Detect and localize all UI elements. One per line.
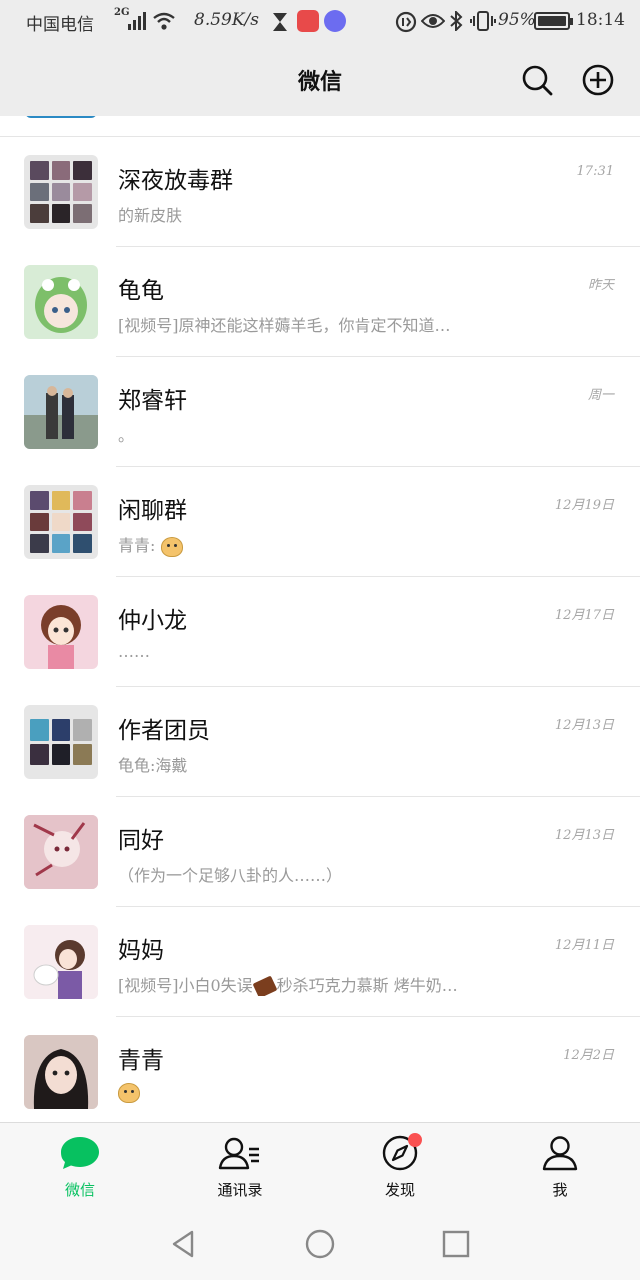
group-avatar — [24, 485, 98, 559]
music-app-icon — [324, 10, 346, 32]
chat-name: 仲小龙 — [118, 608, 187, 634]
chat-time: 12月11日 — [554, 938, 614, 953]
system-navigation-bar — [0, 1210, 640, 1280]
chat-item[interactable]: 妈妈 [视频号]小白0失误 秒杀巧克力慕斯 烤牛奶… 12月11日 — [0, 907, 640, 1017]
contacts-icon — [218, 1137, 259, 1170]
recents-square-icon[interactable] — [440, 1228, 472, 1260]
avatar — [24, 815, 98, 889]
chat-item[interactable]: 龟龟 [视频号]原神还能这样薅羊毛，你肯定不知道… 昨天 — [0, 247, 640, 357]
bottom-tab-bar: 微信 通讯录 发现 我 — [0, 1122, 640, 1210]
chat-name: 闲聊群 — [118, 498, 187, 524]
chat-item[interactable]: 仲小龙 …… 12月17日 — [0, 577, 640, 687]
chat-name: 青青 — [118, 1048, 164, 1074]
chat-name: 深夜放毒群 — [118, 168, 233, 194]
chat-item[interactable]: 郑睿轩 。 周一 — [0, 357, 640, 467]
chat-name: 妈妈 — [118, 938, 164, 964]
avatar — [24, 265, 98, 339]
chat-preview: …… — [118, 642, 150, 661]
avatar — [24, 375, 98, 449]
back-triangle-icon[interactable] — [168, 1228, 200, 1260]
chat-item[interactable]: 青青 12月2日 — [0, 1017, 640, 1122]
chat-list[interactable]: 深夜放毒群 的新皮肤 17:31 龟龟 [视频号]原神还能这样薅羊毛，你肯定不知… — [0, 116, 640, 1122]
chat-preview: （作为一个足够八卦的人……） — [118, 866, 343, 885]
tab-contacts[interactable]: 通讯录 — [160, 1123, 320, 1211]
chat-item-partial[interactable] — [0, 116, 640, 137]
carrier-label: 中国电信 — [26, 15, 94, 35]
tab-me[interactable]: 我 — [480, 1123, 640, 1211]
tab-label: 我 — [552, 1181, 568, 1199]
plus-circle-icon[interactable] — [581, 63, 615, 97]
chat-time: 周一 — [587, 388, 614, 403]
signal-icon — [128, 12, 148, 30]
tab-chats[interactable]: 微信 — [0, 1123, 160, 1211]
chat-preview: [视频号]原神还能这样薅羊毛，你肯定不知道… — [118, 316, 451, 335]
chat-name: 龟龟 — [118, 278, 164, 304]
chat-bubble-icon — [61, 1137, 99, 1169]
avatar — [24, 925, 98, 999]
bluetooth-icon — [450, 11, 463, 31]
chat-time: 12月2日 — [563, 1048, 614, 1063]
chat-item[interactable]: 深夜放毒群 的新皮肤 17:31 — [0, 137, 640, 247]
chat-time: 12月19日 — [554, 498, 614, 513]
chat-preview: 。 — [118, 426, 135, 445]
chat-preview: 龟龟:海戴 — [118, 756, 188, 775]
hourglass-icon — [273, 13, 287, 31]
chat-preview-sender: 青青: — [118, 536, 156, 555]
clock: 18:14 — [576, 10, 625, 30]
group-avatar — [24, 155, 98, 229]
avatar — [25, 116, 97, 118]
home-circle-icon[interactable] — [304, 1228, 336, 1260]
chat-preview-text: [视频号]小白0失误 — [118, 976, 253, 995]
battery-icon — [534, 12, 573, 30]
network-speed: 8.59K/s — [194, 10, 260, 30]
avatar — [24, 595, 98, 669]
tab-label: 通讯录 — [217, 1181, 263, 1199]
avatar — [24, 1035, 98, 1109]
tab-label: 发现 — [384, 1181, 415, 1199]
chat-preview-text: 秒杀巧克力慕斯 烤牛奶… — [276, 976, 458, 995]
person-icon — [542, 1136, 578, 1171]
chat-item[interactable]: 同好 （作为一个足够八卦的人……） 12月13日 — [0, 797, 640, 907]
chocolate-emoji-icon — [252, 975, 278, 996]
chat-time: 17:31 — [576, 164, 614, 179]
nfc-icon — [395, 11, 417, 33]
chat-time: 昨天 — [587, 278, 614, 293]
chat-name: 作者团员 — [118, 718, 210, 744]
chat-name: 同好 — [118, 828, 164, 854]
tab-label: 微信 — [64, 1181, 95, 1199]
status-bar: 中国电信 2G 8.59K/s 95% 18:14 — [0, 0, 640, 44]
chat-time: 12月13日 — [554, 718, 614, 733]
chat-preview: 青青: — [118, 532, 183, 557]
chat-preview — [118, 1082, 140, 1103]
chat-time: 12月17日 — [554, 608, 614, 623]
chat-preview: [视频号]小白0失误 秒杀巧克力慕斯 烤牛奶… — [118, 972, 458, 996]
group-avatar — [24, 705, 98, 779]
huawei-app-icon — [297, 10, 319, 32]
wifi-icon — [153, 12, 175, 30]
doge-emoji-icon — [118, 1082, 140, 1103]
chat-item[interactable]: 作者团员 龟龟:海戴 12月13日 — [0, 687, 640, 797]
doge-emoji-icon — [160, 536, 183, 557]
chat-time: 12月13日 — [554, 828, 614, 843]
battery-percent: 95% — [498, 10, 536, 30]
notification-dot — [408, 1133, 422, 1147]
tab-discover[interactable]: 发现 — [320, 1123, 480, 1211]
eye-comfort-icon — [421, 14, 445, 28]
search-icon[interactable] — [520, 63, 554, 97]
app-header: 微信 — [0, 44, 640, 116]
chat-name: 郑睿轩 — [118, 388, 187, 414]
chat-item[interactable]: 闲聊群 青青: 12月19日 — [0, 467, 640, 577]
vibrate-icon — [470, 11, 496, 31]
chat-preview: 的新皮肤 — [118, 206, 183, 225]
